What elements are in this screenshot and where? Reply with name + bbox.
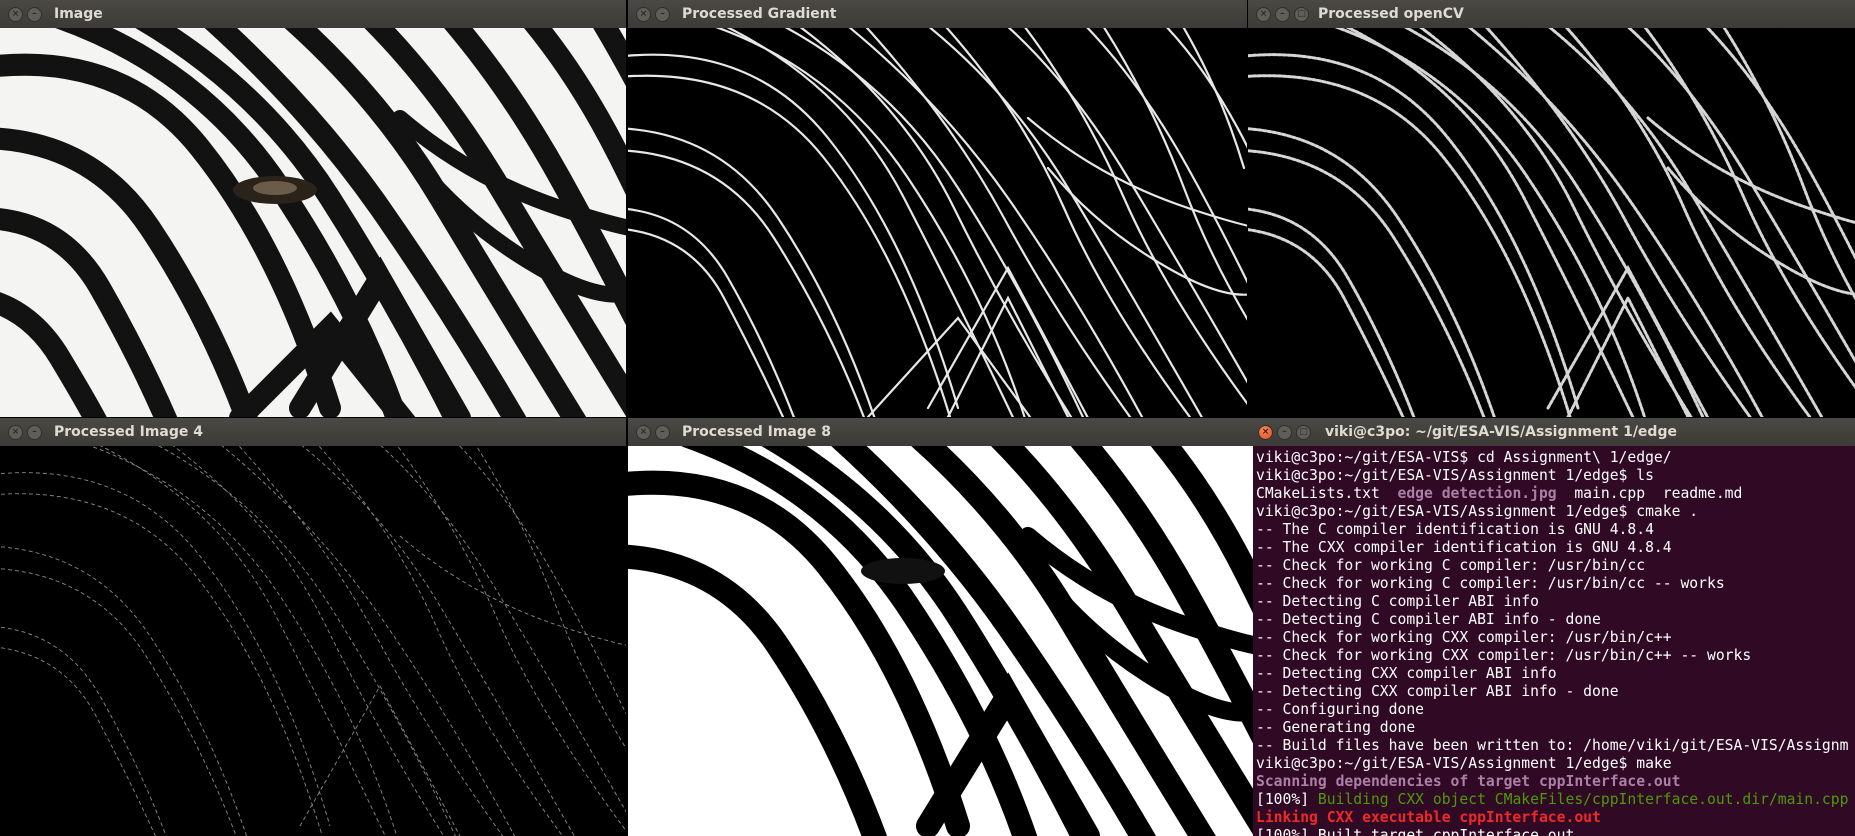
- terminal-line: -- Check for working C compiler: /usr/bi…: [1256, 575, 1725, 592]
- gradient-window: × – Processed Gradient: [628, 0, 1247, 417]
- ls-entry: CMakeLists.txt: [1256, 485, 1380, 502]
- terminal-line: viki@c3po:~/git/ESA-VIS/Assignment 1/edg…: [1256, 503, 1699, 520]
- minimize-button[interactable]: –: [655, 7, 670, 22]
- minimize-button[interactable]: –: [655, 425, 670, 440]
- close-button[interactable]: ×: [1256, 7, 1271, 22]
- close-button[interactable]: ×: [8, 7, 23, 22]
- terminal-line: -- Detecting C compiler ABI info: [1256, 593, 1539, 610]
- minimize-button[interactable]: –: [1275, 7, 1290, 22]
- minimize-button[interactable]: –: [27, 7, 42, 22]
- terminal-line: [100%] Building CXX object CMakeFiles/cp…: [1256, 791, 1855, 809]
- terminal-line: -- Check for working C compiler: /usr/bi…: [1256, 557, 1646, 574]
- terminal-line: -- Generating done: [1256, 719, 1416, 736]
- window-title: Processed Gradient: [682, 6, 837, 22]
- terminal-line: -- Check for working CXX compiler: /usr/…: [1256, 647, 1752, 664]
- terminal-line: -- Check for working CXX compiler: /usr/…: [1256, 629, 1672, 646]
- minimize-button[interactable]: –: [27, 425, 42, 440]
- terminal-titlebar[interactable]: × – □ viki@c3po: ~/git/ESA-VIS/Assignmen…: [1253, 418, 1855, 447]
- image8-window: × – Processed Image 8: [628, 418, 1253, 836]
- image4-titlebar[interactable]: × – Processed Image 4: [0, 418, 626, 447]
- close-button[interactable]: ×: [1258, 425, 1273, 440]
- terminal-line: Linking CXX executable cppInterface.out: [1256, 809, 1601, 826]
- terminal-line: -- Detecting CXX compiler ABI info: [1256, 665, 1557, 682]
- window-title: Processed Image 8: [682, 424, 832, 440]
- terminal-line: -- Detecting CXX compiler ABI info - don…: [1256, 683, 1619, 700]
- build-progress: [100%]: [1256, 791, 1318, 808]
- window-title: Image: [54, 6, 103, 22]
- terminal-line: viki@c3po:~/git/ESA-VIS/Assignment 1/edg…: [1256, 755, 1672, 772]
- window-title: Processed Image 4: [54, 424, 204, 440]
- maximize-button[interactable]: □: [1296, 425, 1311, 440]
- terminal-window[interactable]: × – □ viki@c3po: ~/git/ESA-VIS/Assignmen…: [1253, 418, 1855, 836]
- close-button[interactable]: ×: [8, 425, 23, 440]
- terminal-line: -- Detecting C compiler ABI info - done: [1256, 611, 1601, 628]
- ls-entry: edge detection.jpg: [1397, 485, 1557, 502]
- terminal-line: viki@c3po:~/git/ESA-VIS/Assignment 1/edg…: [1256, 467, 1654, 484]
- original-zebra-image: [0, 28, 626, 417]
- gradient-edge-image: [628, 28, 1247, 417]
- build-message: Building CXX object CMakeFiles/cppInterf…: [1317, 791, 1849, 808]
- terminal-line: CMakeLists.txt edge detection.jpg main.c…: [1256, 485, 1855, 503]
- close-button[interactable]: ×: [636, 425, 651, 440]
- maximize-button[interactable]: □: [1294, 7, 1309, 22]
- close-button[interactable]: ×: [636, 7, 651, 22]
- terminal-line: -- The CXX compiler identification is GN…: [1256, 539, 1672, 556]
- opencv-titlebar[interactable]: × – □ Processed openCV: [1248, 0, 1855, 29]
- terminal-output[interactable]: viki@c3po:~/git/ESA-VIS$ cd Assignment\ …: [1253, 446, 1855, 836]
- terminal-line: -- Build files have been written to: /ho…: [1256, 737, 1849, 754]
- gradient-titlebar[interactable]: × – Processed Gradient: [628, 0, 1247, 29]
- terminal-line: -- Configuring done: [1256, 701, 1425, 718]
- thin-edge-image: [0, 446, 626, 836]
- image-window: × – Image: [0, 0, 626, 417]
- ls-entry: main.cpp: [1574, 485, 1646, 502]
- threshold-zebra-image: [628, 446, 1253, 836]
- image4-window: × – Processed Image 4: [0, 418, 626, 836]
- opencv-window: × – □ Processed openCV: [1248, 0, 1855, 417]
- opencv-edge-image: [1248, 28, 1855, 417]
- ls-entry: readme.md: [1662, 485, 1743, 502]
- image8-titlebar[interactable]: × – Processed Image 8: [628, 418, 1253, 447]
- terminal-line: viki@c3po:~/git/ESA-VIS$ cd Assignment\ …: [1256, 449, 1672, 466]
- minimize-button[interactable]: –: [1277, 425, 1292, 440]
- terminal-line: -- The C compiler identification is GNU …: [1256, 521, 1654, 538]
- terminal-line: Scanning dependencies of target cppInter…: [1256, 773, 1681, 790]
- window-title: Processed openCV: [1318, 6, 1464, 22]
- terminal-line: [100%] Built target cppInterface.out: [1256, 827, 1575, 836]
- image-titlebar[interactable]: × – Image: [0, 0, 626, 29]
- window-title: viki@c3po: ~/git/ESA-VIS/Assignment 1/ed…: [1325, 424, 1677, 440]
